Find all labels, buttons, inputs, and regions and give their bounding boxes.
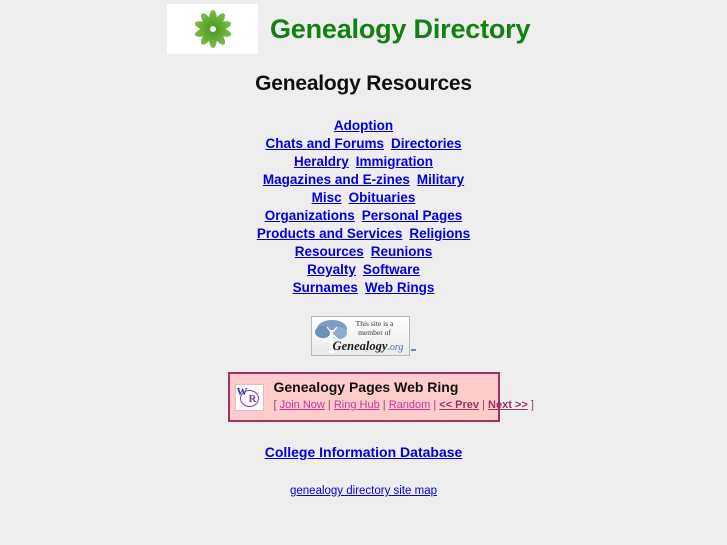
page-root: Genealogy Directory Genealogy Resources … [0,0,727,545]
webring-link[interactable]: << Prev [439,399,479,411]
link-spacer [356,261,363,279]
site-map-link[interactable]: genealogy directory site map [290,485,437,497]
directory-link[interactable]: Organizations [265,208,355,223]
directory-link-row: Misc Obituaries [0,189,727,207]
webring-logo-r: R [248,392,257,405]
directory-link[interactable]: Surnames [293,280,358,295]
webring-separator: | [430,399,440,411]
webring-link[interactable]: Join Now [280,399,325,411]
directory-link-row: Organizations Personal Pages [0,207,727,225]
link-spacer [342,189,349,207]
directory-link-list: Adoption Chats and Forums Directories Hera… [0,117,727,297]
directory-link[interactable]: Immigration [356,154,433,169]
college-link-row: College Information Database [0,444,727,462]
badge-line-1: This site is a [355,319,394,328]
sitemap-link-row: genealogy directory site map [0,481,727,499]
badge-line-2: member of [358,328,391,337]
page-title: Genealogy Resources [255,72,472,95]
directory-link[interactable]: Adoption [334,118,393,133]
site-header: Genealogy Directory [0,0,727,54]
webring-logo-w: W [236,385,248,398]
webring-link[interactable]: Ring Hub [334,399,380,411]
link-spacer [410,171,417,189]
webring-close-bracket: ] [527,399,534,411]
directory-link-row: Surnames Web Rings [0,279,727,297]
webring-title: Genealogy Pages Web Ring [273,379,459,395]
directory-link[interactable]: Royalty [307,262,356,277]
directory-link[interactable]: Religions [409,226,470,241]
directory-link-row: Resources Reunions [0,243,727,261]
directory-link[interactable]: Chats and Forums [265,136,384,151]
link-spacer [349,153,356,171]
directory-link[interactable]: Magazines and E-zines [263,172,410,187]
directory-link[interactable]: Misc [312,190,342,205]
badge-caption: This site is a member of [344,319,406,337]
webring-row: W R Genealogy Pages Web Ring [ Join Now … [0,372,727,422]
directory-link[interactable]: Obituaries [349,190,416,205]
directory-link[interactable]: Heraldry [294,154,349,169]
webring-link[interactable]: Next >> [488,399,528,411]
badge-brand-main: Genealogy [332,339,388,353]
link-spacer [355,207,362,225]
college-information-database-link[interactable]: College Information Database [265,444,463,460]
webring-separator: | [379,399,389,411]
webring-nav: [ Join Now | Ring Hub | Random | << Prev… [274,399,534,415]
directory-link[interactable]: Personal Pages [362,208,463,223]
directory-link[interactable]: Reunions [371,244,433,259]
directory-link-row: Magazines and E-zines Military [0,171,727,189]
member-badge-row: This site is a member of Genealogy.org [0,316,727,356]
webring-logo-icon[interactable]: W R [234,383,264,411]
directory-link-row: Heraldry Immigration [0,153,727,171]
link-spacer [384,135,391,153]
directory-link[interactable]: Products and Services [257,226,403,241]
directory-link-row: Products and Services Religions [0,225,727,243]
directory-link-row: Royalty Software [0,261,727,279]
directory-link[interactable]: Directories [391,136,462,151]
link-spacer [364,243,371,261]
badge-trailing-mark [410,317,417,355]
flower-logo-icon [167,4,258,54]
badge-brand: Genealogy.org [329,339,408,354]
directory-link-row: Adoption [0,117,727,135]
link-spacer [358,279,365,297]
directory-link-row: Chats and Forums Directories [0,135,727,153]
directory-link[interactable]: Resources [295,244,364,259]
webring-link[interactable]: Random [389,399,431,411]
webring-separator: | [324,399,334,411]
webring-separator: | [479,399,489,411]
webring-box: W R Genealogy Pages Web Ring [ Join Now … [227,372,534,422]
directory-link[interactable]: Web Rings [365,280,435,295]
directory-link[interactable]: Software [363,262,420,277]
site-title: Genealogy Directory [270,13,531,44]
badge-brand-tld: .org [387,342,404,353]
genealogy-org-member-badge[interactable]: This site is a member of Genealogy.org [310,316,410,356]
directory-link[interactable]: Military [417,172,464,187]
